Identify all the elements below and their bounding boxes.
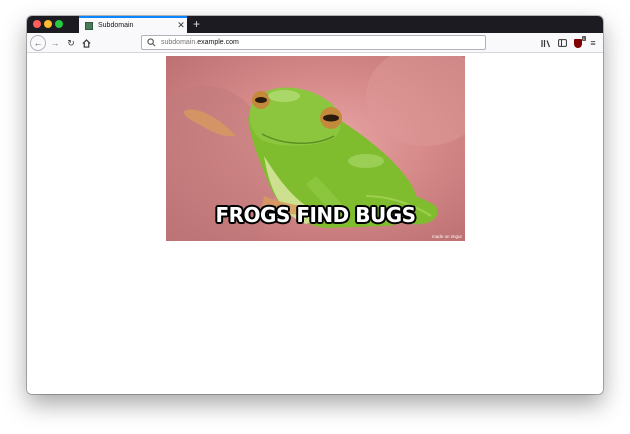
site-favicon-icon [85,21,93,30]
browser-window: Subdomain ✕ + ← → ↻ subdomain.example.co… [27,16,603,394]
url-subdomain: subdomain. [161,39,198,46]
hamburger-menu-icon: ≡ [590,38,596,48]
window-maximize-button[interactable] [55,20,63,28]
ublock-origin-icon: 1 [574,35,586,48]
ublock-button[interactable]: 1 [571,35,586,51]
page-content: FROGS FIND BUGS made on imgur [27,53,603,394]
back-button[interactable]: ← [30,35,46,51]
tab-close-icon[interactable]: ✕ [175,21,187,30]
sidebar-button[interactable] [555,35,569,51]
window-minimize-button[interactable] [44,20,52,28]
forward-button[interactable]: → [48,35,62,51]
home-button[interactable] [79,35,93,51]
new-tab-button[interactable]: + [193,17,200,31]
tab-subdomain[interactable]: Subdomain ✕ [79,16,187,33]
url-host: example.com [197,39,239,46]
arrow-left-icon: ← [33,38,43,48]
library-icon [541,39,551,47]
library-button[interactable] [539,35,553,51]
reload-button[interactable]: ↻ [64,35,78,51]
reload-icon: ↻ [67,37,75,48]
sidebar-icon [557,39,567,47]
meme-image: FROGS FIND BUGS made on imgur [166,56,465,241]
tab-title: Subdomain [98,22,134,29]
url-bar[interactable]: subdomain.example.com [141,35,486,50]
window-close-button[interactable] [33,20,41,28]
url-text[interactable]: subdomain.example.com [161,39,239,46]
navigation-toolbar: ← → ↻ subdomain.example.com 1 ≡ [27,33,603,53]
search-icon [147,38,156,47]
arrow-right-icon: → [50,38,60,48]
tab-strip: Subdomain ✕ + [27,16,603,33]
imgur-watermark: made on imgur [431,234,462,239]
home-icon [81,38,91,48]
menu-button[interactable]: ≡ [586,35,600,51]
meme-caption: FROGS FIND BUGS [215,203,416,227]
